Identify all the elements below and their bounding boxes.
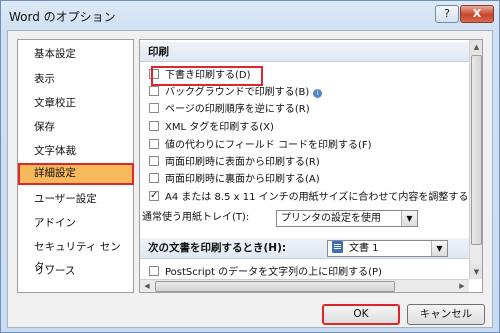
option-label: 両面印刷時に表面から印刷する(R) [165,157,320,168]
ok-button[interactable]: OK [322,304,400,325]
option-background-print[interactable]: バックグラウンドで印刷する(B) i [149,85,323,101]
scroll-right-icon[interactable]: ▶ [455,280,469,292]
checkbox-duplex-front[interactable] [149,156,159,166]
sidebar-item-proofing[interactable]: 文章校正 [22,93,130,113]
scroll-up-icon[interactable]: ▲ [470,40,482,54]
checkbox-xml-tags[interactable] [149,121,159,131]
option-label: XML タグを印刷する(X) [165,122,274,133]
checkbox-reverse-order[interactable] [149,103,159,113]
print-section-heading: 印刷 [140,42,470,62]
option-label: 両面印刷時に裏面から印刷する(A) [165,174,320,185]
sidebar-item-advanced[interactable]: 詳細設定 [18,163,134,185]
tray-row: 通常使う用紙トレイ(T): [142,210,249,226]
checkbox-duplex-back[interactable] [149,173,159,183]
checkbox-background-print[interactable] [149,86,159,96]
highlight-frame [151,66,263,86]
category-list: 基本設定 表示 文章校正 保存 文字体裁 詳細設定 ユーザー設定 アドイン セキ… [17,39,134,293]
sidebar-item-typography[interactable]: 文字体裁 [22,141,130,161]
window-title: Word のオプション [9,10,116,24]
option-label: PostScript のデータを文字列の上に印刷する(P) [165,267,382,278]
sidebar-item-resources[interactable]: リソース [22,261,130,281]
sidebar-item-basic[interactable]: 基本設定 [22,44,130,64]
checkbox-field-codes[interactable] [149,139,159,149]
option-xml-tags[interactable]: XML タグを印刷する(X) [149,120,274,136]
document-value: 文書 1 [349,243,379,254]
sidebar-item-trust-center[interactable]: セキュリティ センター [22,237,130,273]
info-icon: i [313,89,323,98]
chevron-down-icon[interactable]: ▼ [431,241,447,256]
chevron-down-icon[interactable]: ▼ [401,211,417,226]
checkbox-scale-paper[interactable] [149,188,159,204]
vertical-scrollbar[interactable]: ▲ ▼ [469,40,482,279]
option-label: バックグラウンドで印刷する(B) [165,87,310,98]
checkbox-postscript[interactable] [149,266,159,276]
option-label: ページの印刷順序を逆にする(R) [165,104,310,115]
title-bar: Word のオプション ? X [1,1,499,29]
close-button[interactable]: X [460,5,494,23]
document-select[interactable]: 文書 1 ▼ [327,240,448,257]
scroll-left-icon[interactable]: ◀ [140,280,154,292]
option-scale-paper[interactable]: A4 または 8.5 x 11 インチの用紙サイズに合わせて内容を調整する(A [149,188,480,206]
scroll-down-icon[interactable]: ▼ [470,265,482,279]
horizontal-scroll-thumb[interactable] [155,281,395,292]
next-doc-heading-label: 次の文書を印刷するとき(H): [148,242,287,254]
cancel-button[interactable]: キャンセル [407,304,485,325]
tray-label: 通常使う用紙トレイ(T): [142,212,250,223]
option-label: 値の代わりにフィールド コードを印刷する(F) [165,140,372,151]
vertical-scroll-thumb[interactable] [471,55,482,245]
document-icon [332,241,343,253]
sidebar-item-save[interactable]: 保存 [22,117,130,137]
sidebar-item-display[interactable]: 表示 [22,69,130,89]
help-button[interactable]: ? [435,5,459,23]
option-reverse-order[interactable]: ページの印刷順序を逆にする(R) [149,102,310,118]
horizontal-scrollbar[interactable]: ◀ ▶ [140,279,469,292]
options-dialog: Word のオプション ? X 基本設定 表示 文章校正 保存 文字体裁 詳細設… [0,0,500,333]
sidebar-item-customize[interactable]: ユーザー設定 [22,189,130,209]
option-field-codes[interactable]: 値の代わりにフィールド コードを印刷する(F) [149,138,372,154]
sidebar-item-addins[interactable]: アドイン [22,213,130,233]
tray-value: プリンタの設定を使用 [281,213,381,224]
option-duplex-back[interactable]: 両面印刷時に裏面から印刷する(A) [149,172,320,188]
option-duplex-front[interactable]: 両面印刷時に表面から印刷する(R) [149,155,320,171]
tray-select[interactable]: プリンタの設定を使用 ▼ [276,210,418,227]
option-label: A4 または 8.5 x 11 インチの用紙サイズに合わせて内容を調整する(A [165,192,480,203]
